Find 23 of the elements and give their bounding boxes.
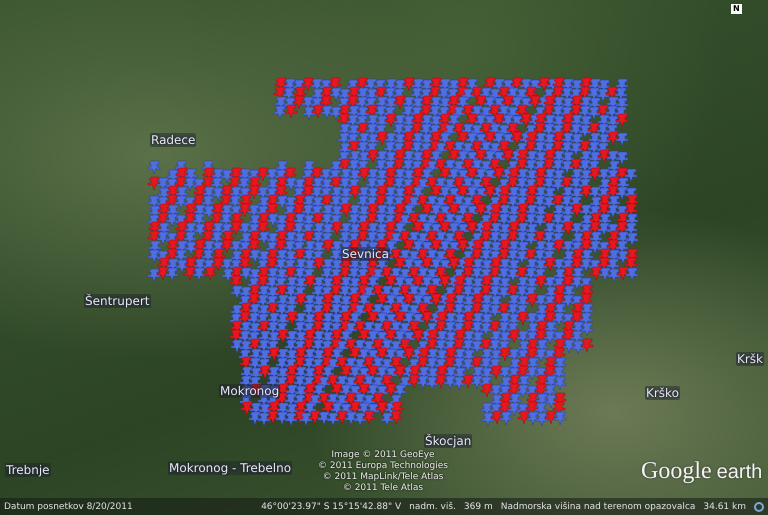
elevation-label: nadm. viš. [409,502,456,512]
place-label: Trebnje [5,463,51,477]
coordinates-text: 46°00'23.97" S 15°15'42.88" V [261,502,402,512]
copyright-text: © 2011 MapLink/Tele Atlas [322,472,444,483]
elevation-value: 369 m [464,502,493,512]
eye-altitude-value: 34.61 km [703,502,746,512]
place-label: Škocjan [424,434,472,448]
place-label: Mokronog - Trebelno [168,461,292,475]
copyright-text: © 2011 Europa Technologies [318,461,448,472]
logo-text: earth [716,461,762,484]
place-label: Mokronog [219,384,280,398]
place-label: Sevnica [341,247,390,261]
streaming-icon [754,502,764,512]
logo-text: Google [641,458,712,485]
place-label: Radece [150,133,196,147]
place-label: Šentrupert [84,294,150,308]
compass-north-label[interactable]: N [731,4,742,14]
place-label: Krško [645,386,680,400]
imagery-date-text: Datum posnetkov 8/20/2011 [4,502,133,512]
copyright-text: Image © 2011 GeoEye [331,450,435,461]
place-label: Kršk [736,352,764,366]
eye-altitude-label: Nadmorska višina nad terenom opazovalca [500,502,696,512]
copyright-text: © 2011 Tele Atlas [342,483,424,494]
